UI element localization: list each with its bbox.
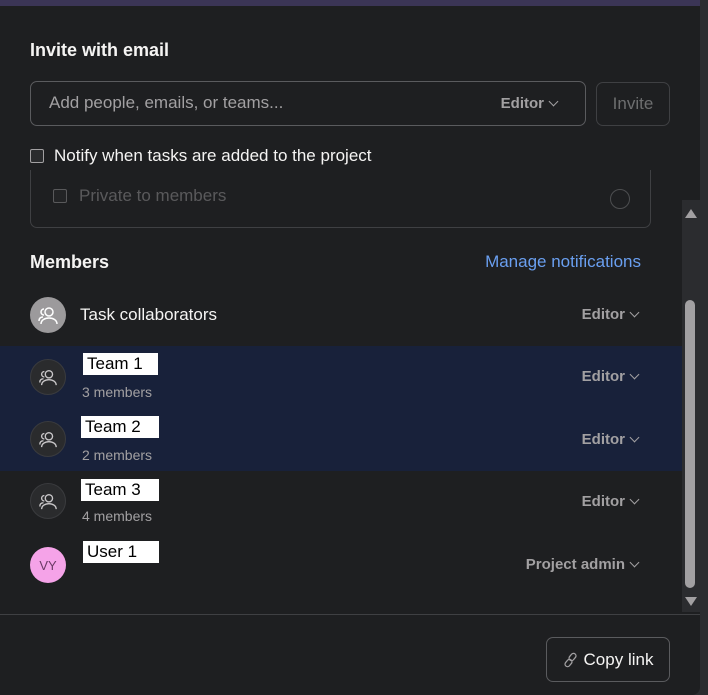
invite-title: Invite with email xyxy=(30,40,170,60)
role-label: Editor xyxy=(581,493,625,510)
role-label: Editor xyxy=(581,306,625,323)
member-name: User 1 xyxy=(83,541,159,563)
member-name: Team 1 xyxy=(83,353,158,375)
member-row[interactable]: Task collaborators Editor xyxy=(0,284,682,346)
chevron-down-icon xyxy=(629,432,640,443)
manage-notifications-link[interactable]: Manage notifications xyxy=(485,252,641,272)
chevron-down-icon xyxy=(629,369,640,380)
private-checkbox[interactable] xyxy=(53,189,67,203)
member-count: 3 members xyxy=(82,384,153,400)
team-avatar xyxy=(30,483,66,519)
page-background-edge xyxy=(700,0,708,695)
link-icon xyxy=(563,652,577,667)
chevron-down-icon xyxy=(629,557,640,568)
invite-role-dropdown[interactable]: Editor xyxy=(500,95,559,112)
member-name: Task collaborators xyxy=(80,305,218,324)
member-count: 2 members xyxy=(82,447,153,463)
scroll-up-icon[interactable] xyxy=(685,209,697,218)
user-avatar: VY xyxy=(30,547,66,583)
chevron-down-icon xyxy=(629,494,640,505)
member-name: Team 2 xyxy=(81,416,159,438)
member-row[interactable]: Team 3 4 members Editor xyxy=(0,471,682,533)
collaborators-avatar xyxy=(30,297,66,333)
notify-option[interactable]: Notify when tasks are added to the proje… xyxy=(30,146,372,166)
member-role-dropdown[interactable]: Editor xyxy=(581,306,640,323)
member-row[interactable]: Team 2 2 members Editor xyxy=(0,408,682,471)
role-label: Editor xyxy=(581,368,625,385)
privacy-box: Private to members xyxy=(30,170,651,228)
members-title: Members xyxy=(30,252,110,272)
team-avatar xyxy=(30,421,66,457)
scrollbar-thumb[interactable] xyxy=(685,300,695,588)
team-avatar xyxy=(30,359,66,395)
private-option[interactable]: Private to members xyxy=(53,186,226,206)
people-icon xyxy=(39,431,57,448)
member-role-dropdown[interactable]: Editor xyxy=(581,493,640,510)
copy-link-label: Copy link xyxy=(583,649,654,669)
notify-checkbox[interactable] xyxy=(30,149,44,163)
chevron-down-icon xyxy=(548,96,559,107)
share-dialog: Invite with email Editor Invite Notify w… xyxy=(0,0,700,695)
invite-input[interactable] xyxy=(49,93,449,113)
copy-link-button[interactable]: Copy link xyxy=(546,637,670,682)
scroll-down-icon[interactable] xyxy=(685,597,697,606)
member-row[interactable]: VY User 1 Project admin xyxy=(0,533,682,595)
notify-label: Notify when tasks are added to the proje… xyxy=(54,146,372,165)
role-label: Editor xyxy=(581,431,625,448)
member-role-dropdown[interactable]: Editor xyxy=(581,431,640,448)
role-label: Project admin xyxy=(525,556,625,573)
chevron-down-icon xyxy=(629,307,640,318)
footer-divider xyxy=(0,614,700,615)
invite-button[interactable]: Invite xyxy=(596,82,670,126)
people-icon xyxy=(39,493,57,510)
private-label: Private to members xyxy=(79,186,227,205)
info-icon[interactable] xyxy=(610,189,630,209)
people-icon xyxy=(38,307,58,325)
member-row[interactable]: Team 1 3 members Editor xyxy=(0,346,682,408)
member-role-dropdown[interactable]: Project admin xyxy=(525,556,640,573)
member-role-dropdown[interactable]: Editor xyxy=(581,368,640,385)
invite-role-label: Editor xyxy=(500,95,544,112)
people-icon xyxy=(39,369,57,386)
member-count: 4 members xyxy=(82,508,153,524)
member-name: Team 3 xyxy=(81,479,159,501)
invite-input-box[interactable]: Editor xyxy=(30,81,586,126)
top-accent-bar xyxy=(0,0,700,6)
